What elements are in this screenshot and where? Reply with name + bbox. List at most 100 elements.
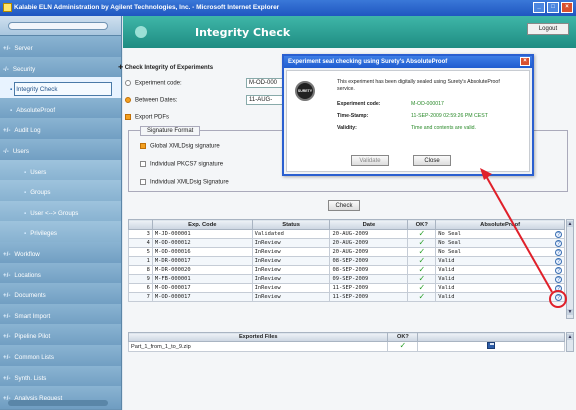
proof-status: Valid (438, 276, 455, 282)
column-header[interactable]: Status (251, 219, 331, 230)
check-mark-icon: ✓ (418, 238, 426, 247)
table-row[interactable]: 7 M-OD-000017 InReview 11-SEP-2009 ✓ Valid? (128, 292, 565, 302)
between-dates-radio[interactable] (125, 97, 131, 103)
sidebar-item-text: Users (12, 148, 30, 155)
sidebar-item-text: Integrity Check (16, 86, 58, 94)
column-header[interactable]: AbsoluteProof (435, 219, 565, 230)
export-pdfs-option[interactable]: Export PDFs (125, 114, 169, 121)
column-header (417, 332, 565, 342)
proof-info-icon[interactable]: ? (555, 276, 562, 283)
exported-scrollbar[interactable]: ▲ (566, 332, 574, 352)
dialog-code-row: Experiment code: M-OD-000017 (337, 101, 444, 107)
sidebar-item-text: Smart Import (14, 312, 51, 320)
sidebar-item-label: ▪ Groups (24, 189, 51, 196)
window-title: Kalabie ELN Administration by Agilent Te… (14, 4, 280, 11)
global-xmldsig-option[interactable]: Global XMLDsig signature (140, 143, 220, 150)
cell-status: InReview (251, 283, 331, 293)
cell-ok: ✓ (407, 265, 437, 275)
experiment-code-option[interactable]: Experiment code: (125, 80, 182, 87)
proof-info-icon[interactable]: ? (555, 294, 562, 301)
dialog-close-button[interactable]: Close (413, 155, 451, 166)
dialog-timestamp-row: Time-Stamp: 11-SEP-2009 02:59:26 PM CEST (337, 113, 488, 119)
validate-button[interactable]: Validate (351, 155, 389, 166)
sidebar-item-text: Workflow (14, 251, 40, 258)
cell-status: InReview (251, 247, 331, 257)
expand-icon: +/- (3, 251, 11, 258)
check-button[interactable]: Check (328, 200, 360, 211)
proof-info-icon[interactable]: ? (555, 240, 562, 247)
between-dates-option[interactable]: Between Dates: (125, 97, 177, 104)
experiment-code-input[interactable]: M-OD-000 (246, 78, 286, 88)
sidebar-item-label: +/- Pipeline Pilot (3, 333, 50, 340)
close-icon[interactable]: × (561, 2, 573, 13)
check-mark-icon: ✓ (418, 256, 426, 265)
cell-status: Validated (251, 229, 331, 239)
column-header[interactable] (128, 219, 153, 230)
export-pdfs-checkbox[interactable] (125, 114, 131, 120)
sidebar-item-label: ▪ User <--> Groups (24, 210, 78, 217)
table-row[interactable]: 4 M-OD-000012 InReview 20-AUG-2009 ✓ No Seal? (128, 238, 565, 248)
cell-code: M-DR-000020 (151, 265, 253, 275)
date-from-input[interactable]: 11-AUG- (246, 95, 286, 105)
table-row[interactable]: 6 M-OD-000017 InReview 11-SEP-2009 ✓ Valid? (128, 283, 565, 293)
section-title: ✚ Check Integrity of Experiments (118, 65, 214, 71)
sidebar-item-text: Locations (14, 271, 41, 279)
maximize-icon[interactable]: □ (547, 2, 559, 13)
sidebar-item-label: +/- Locations (3, 272, 41, 279)
global-xmldsig-checkbox[interactable] (140, 143, 146, 149)
sidebar-scrollbar[interactable] (8, 400, 108, 406)
save-disk-icon[interactable] (487, 342, 496, 349)
proof-info-icon[interactable]: ? (555, 231, 562, 238)
cell-proof: Valid? (435, 292, 565, 302)
dialog-close-icon[interactable]: × (520, 57, 530, 66)
individual-pkcs7-checkbox[interactable] (140, 161, 146, 167)
scroll-up-icon[interactable]: ▲ (567, 221, 573, 227)
sidebar-item-label: +/- Audit Log (3, 127, 41, 134)
table-row[interactable]: Part_1_from_1_to_9.zip ✓ (127, 341, 565, 352)
cell-ok: ✓ (407, 247, 437, 257)
logout-button[interactable]: Logout (527, 23, 569, 35)
check-mark-icon: ✓ (418, 292, 426, 301)
individual-xmldsig-checkbox[interactable] (140, 179, 146, 185)
dialog-body: SURETY This experiment has been digitall… (286, 70, 530, 172)
bullet-icon: ▪ (10, 106, 13, 114)
cell-status: InReview (251, 274, 331, 284)
proof-info-icon[interactable]: ? (555, 285, 562, 292)
sidebar-search-pill[interactable] (8, 22, 108, 30)
sidebar-item-label: ▪ Privileges (24, 230, 57, 237)
proof-info-icon[interactable]: ? (555, 267, 562, 274)
table-row[interactable]: 3 M-JD-000001 Validated 20-AUG-2009 ✓ No Seal… (128, 229, 565, 239)
table-row[interactable]: 9 M-FB-000001 InReview 09-SEP-2009 ✓ Valid? (128, 274, 565, 284)
sidebar-item-label: +/- Workflow (3, 251, 40, 258)
check-mark-icon: ✓ (399, 341, 407, 350)
cell-n: 3 (128, 229, 153, 239)
individual-pkcs7-option[interactable]: Individual PKCS7 signature (140, 161, 223, 168)
header-logo-icon (135, 26, 147, 38)
experiment-code-radio[interactable] (125, 80, 131, 86)
proof-info-icon[interactable]: ? (555, 258, 562, 265)
sidebar-item-text: Groups (30, 189, 51, 197)
individual-xmldsig-option[interactable]: Individual XMLDsig Signature (140, 179, 229, 186)
results-scrollbar[interactable]: ▲ ▼ (566, 219, 574, 319)
minimize-icon[interactable]: _ (533, 2, 545, 13)
cell-date: 09-SEP-2009 (329, 274, 409, 284)
sidebar-item-text: Documents (14, 292, 46, 300)
table-row[interactable]: 5 M-OD-000016 InReview 20-AUG-2009 ✓ No Seal? (128, 247, 565, 257)
table-row[interactable]: 1 M-DR-000017 InReview 08-SEP-2009 ✓ Valid? (128, 256, 565, 266)
cell-ok: ✓ (407, 229, 437, 239)
column-header[interactable]: Date (329, 219, 409, 230)
cell-date: 08-SEP-2009 (329, 265, 409, 275)
sidebar-item-label: -/- Security (3, 66, 35, 73)
cell-date: 20-AUG-2009 (329, 229, 409, 239)
column-header[interactable]: Exp. Code (151, 219, 253, 230)
proof-info-icon[interactable]: ? (555, 249, 562, 256)
cell-n: 5 (128, 247, 153, 257)
table-row[interactable]: 8 M-DR-000020 InReview 08-SEP-2009 ✓ Valid? (128, 265, 565, 275)
sidebar-item-analysis-request[interactable]: +/- Analysis Request (0, 386, 121, 410)
cell-status: InReview (251, 265, 331, 275)
exported-files-table: Exported Files OK? Part_1_from_1_to_9.zip… (127, 332, 565, 352)
column-header[interactable]: OK? (407, 219, 437, 230)
scroll-up-icon[interactable]: ▲ (567, 334, 573, 340)
sidebar-item-label: ▪ Users (24, 169, 46, 176)
scroll-down-icon[interactable]: ▼ (567, 309, 573, 315)
